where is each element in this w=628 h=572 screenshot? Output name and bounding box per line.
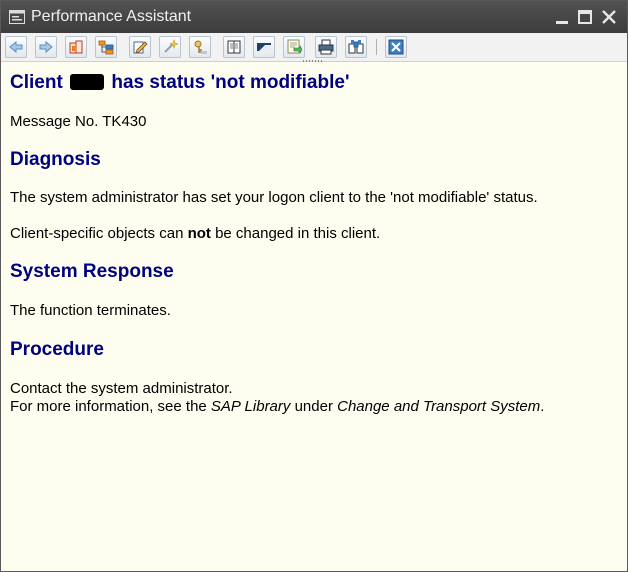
title-bar[interactable]: Performance Assistant	[1, 1, 627, 33]
arrow-left-icon	[9, 40, 23, 54]
key-button[interactable]	[189, 36, 211, 58]
book-icon	[69, 40, 83, 54]
edit-icon	[133, 41, 148, 54]
find-icon	[348, 40, 364, 54]
change-transport-ref: Change and Transport System	[337, 398, 541, 415]
structure-button[interactable]	[95, 36, 117, 58]
window-title: Performance Assistant	[31, 8, 192, 25]
diagnosis-text-1: The system administrator has set your lo…	[10, 189, 538, 206]
procedure-line-2-start: For more information, see the	[10, 398, 211, 415]
performance-assistant-window: Performance Assistant Client has status …	[0, 0, 628, 572]
diagnosis-text-2-start: Client-specific objects can	[10, 225, 188, 242]
message-heading: Client has status 'not modifiable'	[10, 72, 349, 94]
toolbar	[1, 33, 627, 62]
close-box-icon	[388, 39, 404, 55]
procedure-heading: Procedure	[10, 339, 104, 360]
message-number: Message No. TK430	[10, 113, 147, 130]
flag-icon	[257, 43, 271, 51]
procedure-line-2: For more information, see the SAP Librar…	[10, 398, 544, 415]
toolbar-separator	[376, 39, 377, 55]
system-response-heading: System Response	[10, 261, 174, 282]
diagnosis-text-2: Client-specific objects can not be chang…	[10, 225, 380, 242]
magic-icon	[164, 39, 178, 53]
document-icon	[227, 40, 241, 54]
diagnosis-heading: Diagnosis	[10, 149, 101, 170]
message-content: Client has status 'not modifiable' Messa…	[1, 62, 627, 571]
document-button[interactable]	[223, 36, 245, 58]
system-response-text: The function terminates.	[10, 302, 171, 319]
arrow-right-icon	[39, 40, 53, 54]
close-icon[interactable]	[599, 7, 619, 27]
diagnosis-text-2-end: be changed in this client.	[210, 225, 381, 242]
find-button[interactable]	[345, 36, 367, 58]
window-app-icon	[9, 10, 25, 24]
sap-library-button[interactable]	[65, 36, 87, 58]
procedure-line-2-end: .	[540, 398, 545, 415]
diagnosis-text-2-bold: not	[187, 225, 211, 242]
redacted-client-number	[70, 74, 105, 90]
export-button[interactable]	[283, 36, 305, 58]
procedure-line-2-mid: under	[290, 398, 338, 415]
key-icon	[194, 40, 207, 54]
wizard-button[interactable]	[159, 36, 181, 58]
sap-library-ref: SAP Library	[210, 398, 291, 415]
forward-button[interactable]	[35, 36, 57, 58]
print-icon	[318, 39, 334, 55]
export-icon	[287, 39, 302, 55]
maximize-icon[interactable]	[576, 7, 596, 27]
heading-suffix: has status 'not modifiable'	[111, 72, 350, 93]
back-button[interactable]	[5, 36, 27, 58]
heading-prefix: Client	[10, 72, 63, 93]
structure-icon	[98, 40, 114, 55]
minimize-icon[interactable]	[553, 7, 573, 27]
print-button[interactable]	[315, 36, 337, 58]
procedure-line-1: Contact the system administrator.	[10, 380, 233, 397]
flag-button[interactable]	[253, 36, 275, 58]
edit-button[interactable]	[129, 36, 151, 58]
close-window-button[interactable]	[385, 36, 407, 58]
